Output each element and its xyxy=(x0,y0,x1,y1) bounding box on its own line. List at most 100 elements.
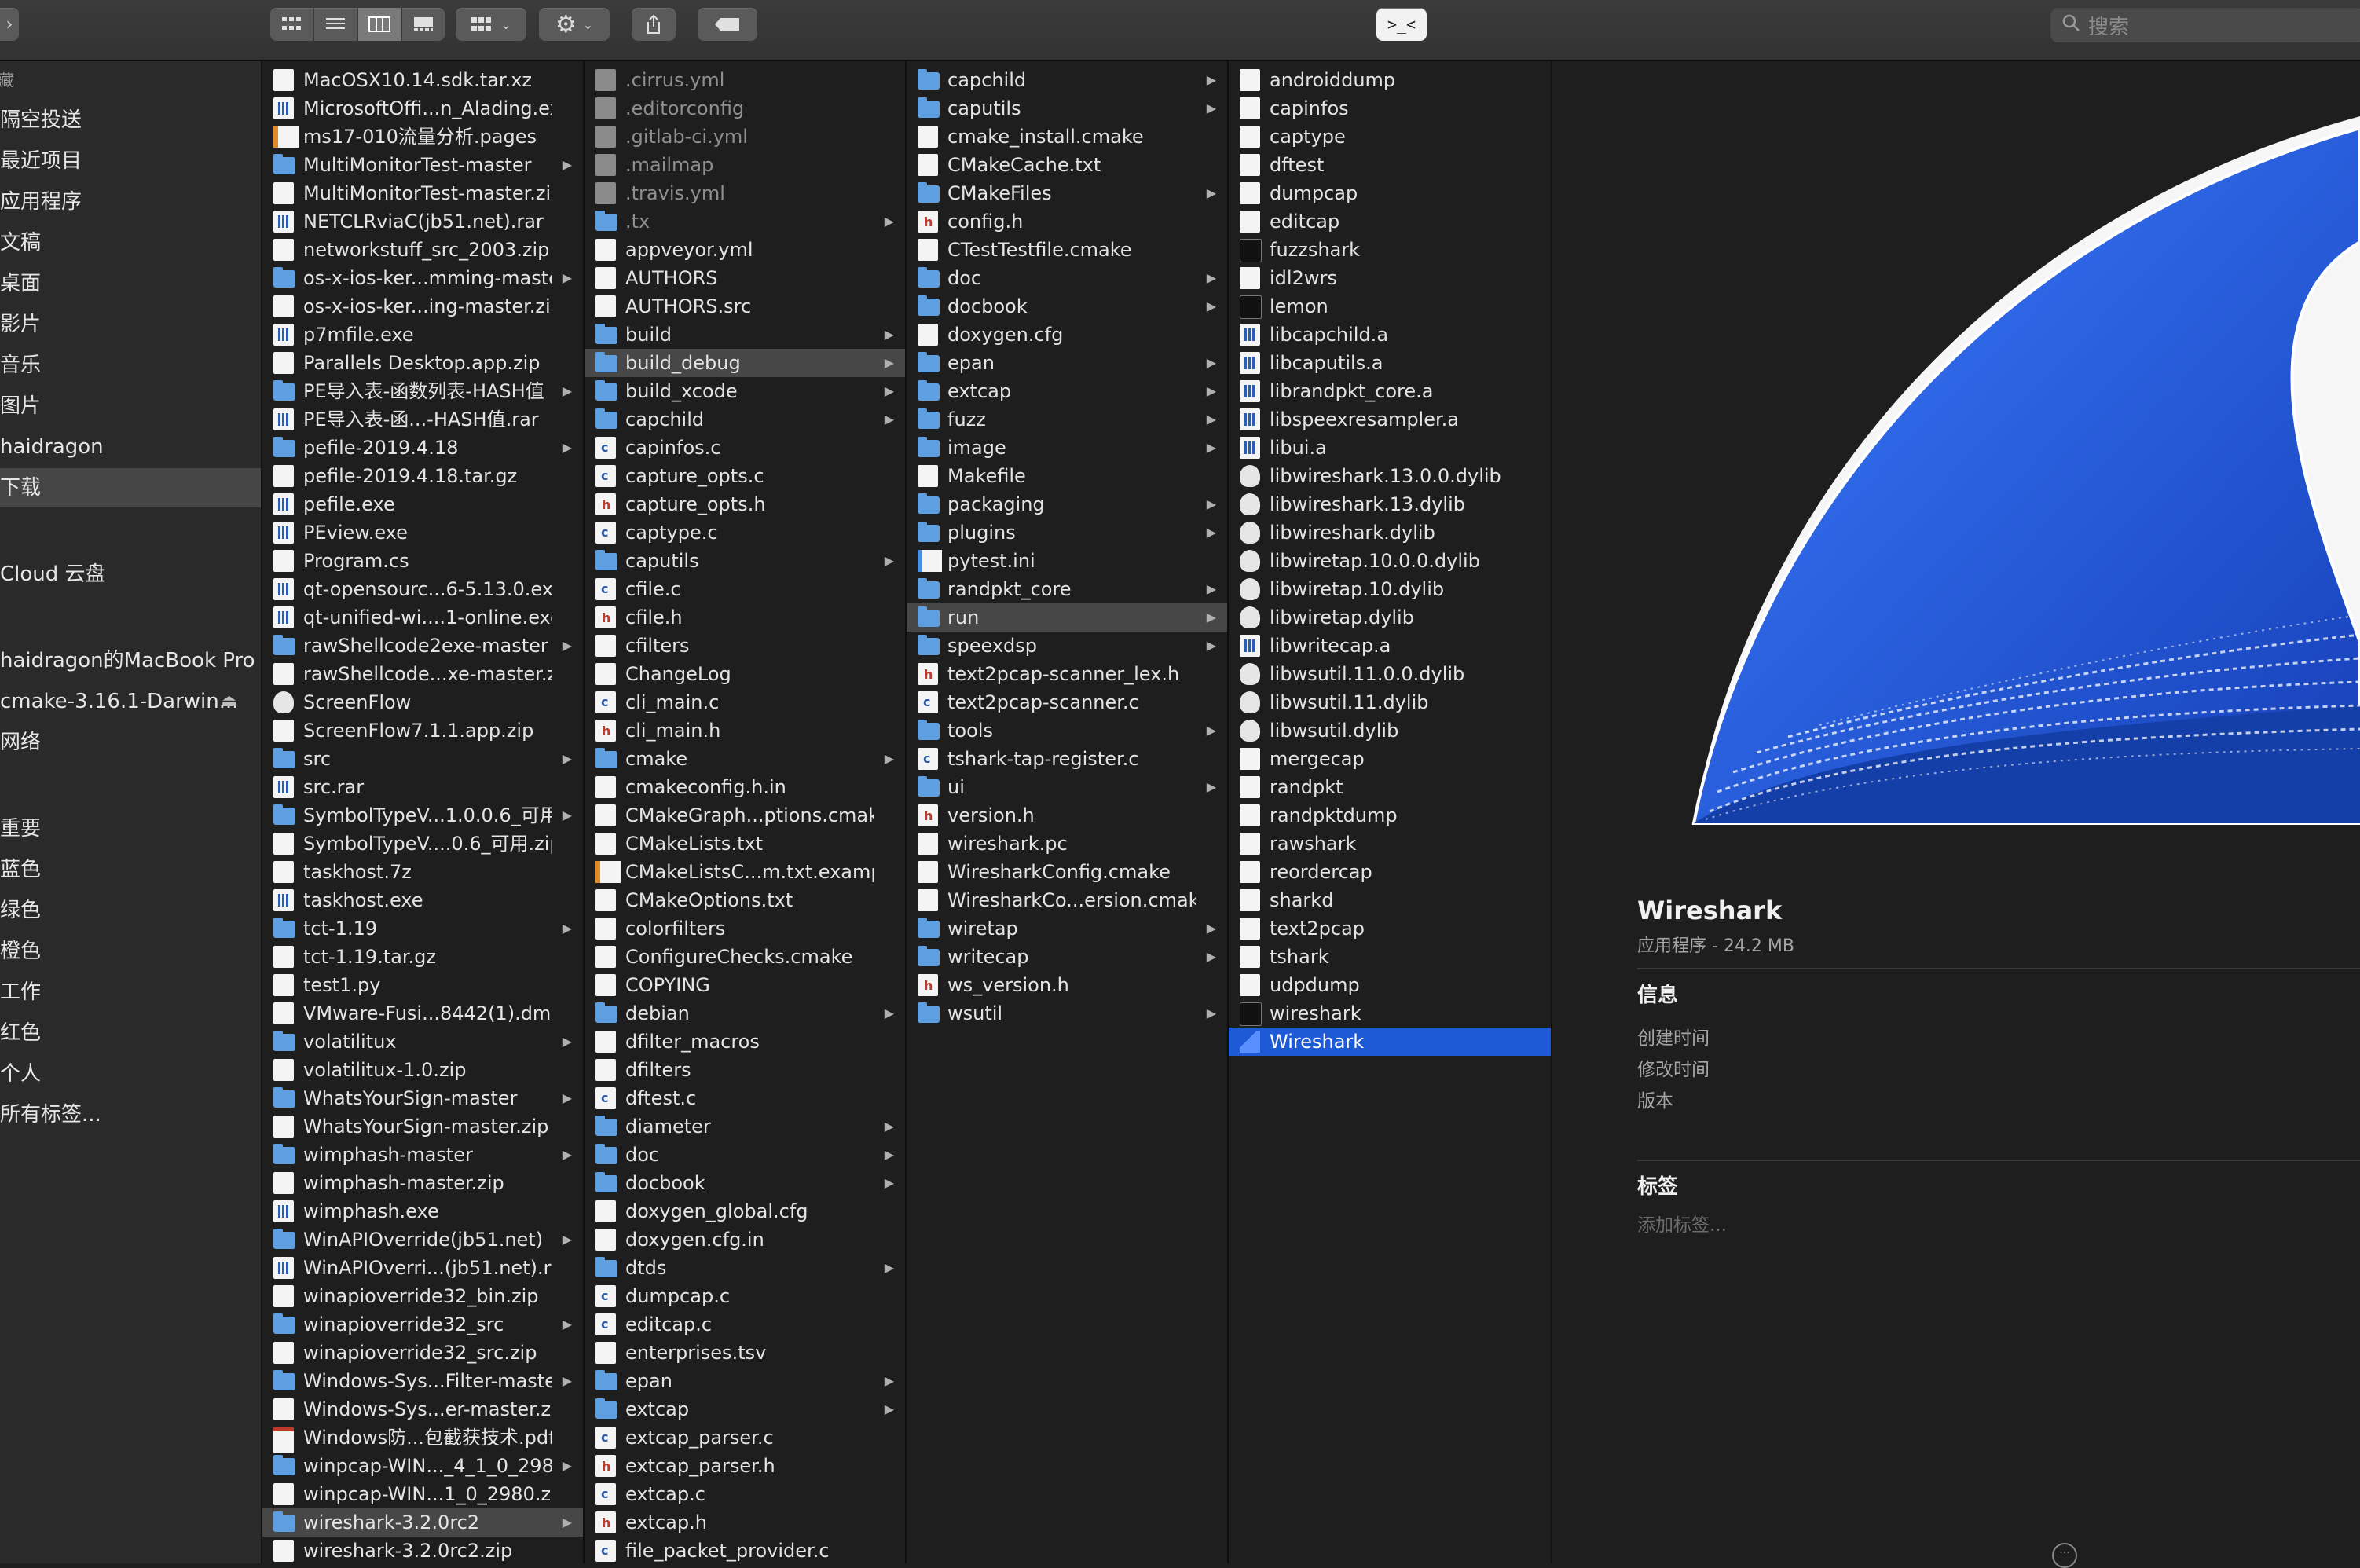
sidebar-item-home[interactable]: haidragon xyxy=(0,427,261,467)
file-item[interactable]: file_packet_provider.c xyxy=(585,1537,905,1563)
file-item[interactable]: sharkd xyxy=(1229,886,1551,914)
folder-item[interactable]: SymbolTypeV...1.0.0.6_可用 ▶ xyxy=(262,801,583,830)
file-item[interactable]: ConfigureChecks.cmake xyxy=(585,943,905,971)
file-item[interactable]: version.h xyxy=(907,801,1227,830)
file-item[interactable]: rawShellcode...xe-master.zip xyxy=(262,660,583,688)
file-item[interactable]: doxygen_global.cfg xyxy=(585,1197,905,1225)
folder-item[interactable]: tct-1.19 ▶ xyxy=(262,914,583,943)
sidebar-item-recents[interactable]: 最近项目 xyxy=(0,141,261,181)
file-item[interactable]: captype.c xyxy=(585,518,905,547)
sidebar-item-icloud[interactable]: Cloud 云盘 xyxy=(0,555,261,594)
file-item[interactable]: libspeexresampler.a xyxy=(1229,405,1551,434)
file-item[interactable]: MultiMonitorTest-master.zip xyxy=(262,179,583,207)
share-button[interactable] xyxy=(632,8,676,41)
file-item[interactable]: ScreenFlow xyxy=(262,688,583,716)
file-item[interactable]: libcapchild.a xyxy=(1229,321,1551,349)
file-item[interactable]: .gitlab-ci.yml xyxy=(585,123,905,151)
file-item[interactable]: extcap_parser.c xyxy=(585,1423,905,1452)
more-icon[interactable]: ··· xyxy=(2052,1543,2077,1568)
file-item[interactable]: VMware-Fusi...8442(1).dmg xyxy=(262,999,583,1028)
file-item[interactable]: qt-unified-wi....1-online.exe xyxy=(262,603,583,632)
folder-item[interactable]: PE导入表-函数列表-HASH值 ▶ xyxy=(262,377,583,405)
file-item[interactable]: os-x-ios-ker...ing-master.zip xyxy=(262,292,583,321)
file-item[interactable]: cfile.c xyxy=(585,575,905,603)
column-view-icon[interactable] xyxy=(358,8,402,41)
file-item[interactable]: ws_version.h xyxy=(907,971,1227,999)
list-view-icon[interactable] xyxy=(314,8,358,41)
folder-item[interactable]: wimphash-master ▶ xyxy=(262,1141,583,1169)
search-field[interactable]: 搜索 xyxy=(2050,8,2360,42)
terminal-button[interactable]: >_< xyxy=(1376,8,1427,41)
sidebar-tag-blue[interactable]: 蓝色 xyxy=(0,850,261,889)
file-item[interactable]: PE导入表-函...-HASH值.rar xyxy=(262,405,583,434)
file-item[interactable]: libwiretap.10.0.0.dylib xyxy=(1229,547,1551,575)
sidebar-item-downloads[interactable]: 下载 xyxy=(0,468,261,507)
sidebar-item-applications[interactable]: 应用程序 xyxy=(0,182,261,222)
file-item[interactable]: libwireshark.13.dylib xyxy=(1229,490,1551,518)
folder-item[interactable]: WhatsYourSign-master ▶ xyxy=(262,1084,583,1112)
file-item[interactable]: CTestTestfile.cmake xyxy=(907,236,1227,264)
folder-item[interactable]: pefile-2019.4.18 ▶ xyxy=(262,434,583,462)
file-item[interactable]: mergecap xyxy=(1229,745,1551,773)
file-item[interactable]: ChangeLog xyxy=(585,660,905,688)
file-item[interactable]: extcap.h xyxy=(585,1508,905,1537)
file-item[interactable]: libwsutil.dylib xyxy=(1229,716,1551,745)
file-item[interactable]: .travis.yml xyxy=(585,179,905,207)
file-item[interactable]: dftest xyxy=(1229,151,1551,179)
folder-item[interactable]: wsutil ▶ xyxy=(907,999,1227,1028)
file-item[interactable]: Makefile xyxy=(907,462,1227,490)
file-item[interactable]: tct-1.19.tar.gz xyxy=(262,943,583,971)
eject-icon[interactable]: ⏏ xyxy=(221,682,237,721)
file-item[interactable]: pytest.ini xyxy=(907,547,1227,575)
file-item[interactable]: dftest.c xyxy=(585,1084,905,1112)
sidebar-item-desktop[interactable]: 桌面 xyxy=(0,264,261,303)
file-item[interactable]: WiresharkCo...ersion.cmake xyxy=(907,886,1227,914)
file-item[interactable]: p7mfile.exe xyxy=(262,321,583,349)
folder-item[interactable]: rawShellcode2exe-master ▶ xyxy=(262,632,583,660)
folder-item[interactable]: wiretap ▶ xyxy=(907,914,1227,943)
folder-item[interactable]: build_xcode ▶ xyxy=(585,377,905,405)
file-item[interactable]: WinAPIOverri...(jb51.net).rar xyxy=(262,1254,583,1282)
file-item[interactable]: librandpkt_core.a xyxy=(1229,377,1551,405)
sidebar-tag-all[interactable]: 所有标签... xyxy=(0,1095,261,1134)
file-item[interactable]: cfile.h xyxy=(585,603,905,632)
view-mode-segmented[interactable] xyxy=(270,8,445,41)
folder-item[interactable]: os-x-ios-ker...mming-master ▶ xyxy=(262,264,583,292)
file-item[interactable]: .cirrus.yml xyxy=(585,66,905,94)
folder-item[interactable]: dtds ▶ xyxy=(585,1254,905,1282)
file-item[interactable]: cmake_install.cmake xyxy=(907,123,1227,151)
folder-item[interactable]: .tx ▶ xyxy=(585,207,905,236)
folder-item[interactable]: capchild ▶ xyxy=(585,405,905,434)
sidebar-item-airdrop[interactable]: 隔空投送 xyxy=(0,101,261,140)
file-item[interactable]: AUTHORS.src xyxy=(585,292,905,321)
file-item[interactable]: pefile-2019.4.18.tar.gz xyxy=(262,462,583,490)
file-item[interactable]: libwireshark.dylib xyxy=(1229,518,1551,547)
file-item[interactable]: rawshark xyxy=(1229,830,1551,858)
file-item[interactable]: lemon xyxy=(1229,292,1551,321)
sidebar-item-network[interactable]: 网络 xyxy=(0,723,261,762)
folder-item[interactable]: image ▶ xyxy=(907,434,1227,462)
folder-item[interactable]: WinAPIOverride(jb51.net) ▶ xyxy=(262,1225,583,1254)
folder-item[interactable]: ui ▶ xyxy=(907,773,1227,801)
file-item[interactable]: config.h xyxy=(907,207,1227,236)
folder-item[interactable]: caputils ▶ xyxy=(585,547,905,575)
file-item[interactable]: capture_opts.c xyxy=(585,462,905,490)
sidebar-item-documents[interactable]: 文稿 xyxy=(0,223,261,262)
file-item[interactable]: doxygen.cfg xyxy=(907,321,1227,349)
file-item[interactable]: libwritecap.a xyxy=(1229,632,1551,660)
folder-item[interactable]: epan ▶ xyxy=(585,1367,905,1395)
file-item[interactable]: appveyor.yml xyxy=(585,236,905,264)
file-item[interactable]: Parallels Desktop.app.zip xyxy=(262,349,583,377)
file-item[interactable]: editcap xyxy=(1229,207,1551,236)
folder-item[interactable]: extcap ▶ xyxy=(907,377,1227,405)
file-item[interactable]: ms17-010流量分析.pages xyxy=(262,123,583,151)
folder-item[interactable]: volatilitux ▶ xyxy=(262,1028,583,1056)
folder-item[interactable]: debian ▶ xyxy=(585,999,905,1028)
file-item[interactable]: wimphash.exe xyxy=(262,1197,583,1225)
file-item[interactable]: libwiretap.dylib xyxy=(1229,603,1551,632)
file-item[interactable]: libwsutil.11.0.0.dylib xyxy=(1229,660,1551,688)
file-item[interactable]: PEview.exe xyxy=(262,518,583,547)
file-item[interactable]: winapioverride32_bin.zip xyxy=(262,1282,583,1310)
file-item[interactable]: ScreenFlow7.1.1.app.zip xyxy=(262,716,583,745)
file-item[interactable]: libcaputils.a xyxy=(1229,349,1551,377)
